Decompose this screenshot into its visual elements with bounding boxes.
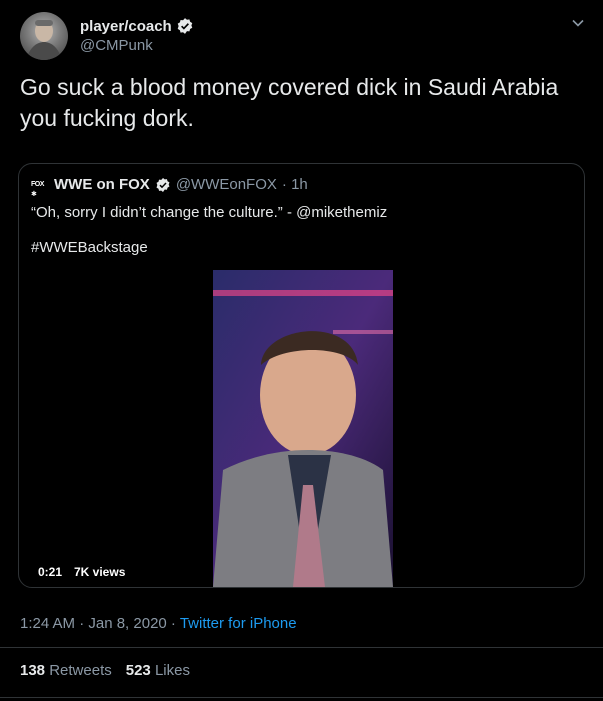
verified-badge-icon	[177, 18, 192, 34]
quoted-author-name[interactable]: WWE on FOX	[54, 176, 150, 193]
source-link[interactable]: Twitter for iPhone	[180, 615, 297, 632]
tweet-meta: 1:24 AM · Jan 8, 2020 · Twitter for iPho…	[20, 615, 297, 632]
author-handle[interactable]: @CMPunk	[80, 37, 153, 54]
tweet-text: Go suck a blood money covered dick in Sa…	[20, 74, 559, 131]
verified-badge-icon	[156, 177, 170, 192]
tweet: player/coach @CMPunk Go suck a blood mon…	[0, 0, 603, 701]
video-player[interactable]	[213, 270, 393, 587]
divider	[0, 697, 603, 698]
avatar[interactable]	[20, 12, 68, 60]
author-name[interactable]: player/coach	[80, 18, 172, 35]
hashtag-link[interactable]: #WWEBackstage	[31, 239, 148, 256]
quoted-tweet-text: “Oh, sorry I didn’t change the culture.”…	[31, 204, 388, 221]
retweets-stat[interactable]: 138 Retweets	[20, 662, 112, 679]
quoted-tweet-time: · 1h	[281, 176, 308, 193]
likes-stat[interactable]: 523 Likes	[126, 662, 190, 679]
timestamp[interactable]: 1:24 AM · Jan 8, 2020 ·	[20, 615, 176, 632]
quoted-tweet-card[interactable]: FOX ✱ WWE on FOX @WWEonFOX · 1h “Oh, sor…	[18, 163, 585, 588]
video-duration: 0:21	[33, 563, 68, 581]
video-views: 7K views	[69, 563, 131, 581]
engagement-stats: 138 Retweets 523 Likes	[20, 662, 190, 679]
quoted-tweet-header: FOX ✱ WWE on FOX @WWEonFOX · 1h	[31, 176, 308, 198]
quoted-author-handle[interactable]: @WWEonFOX	[176, 176, 277, 193]
chevron-down-icon[interactable]	[571, 16, 585, 30]
fox-logo: FOX ✱	[31, 180, 44, 198]
author-name-row[interactable]: player/coach	[80, 17, 194, 35]
video-thumbnail	[213, 270, 393, 587]
divider	[0, 647, 603, 648]
